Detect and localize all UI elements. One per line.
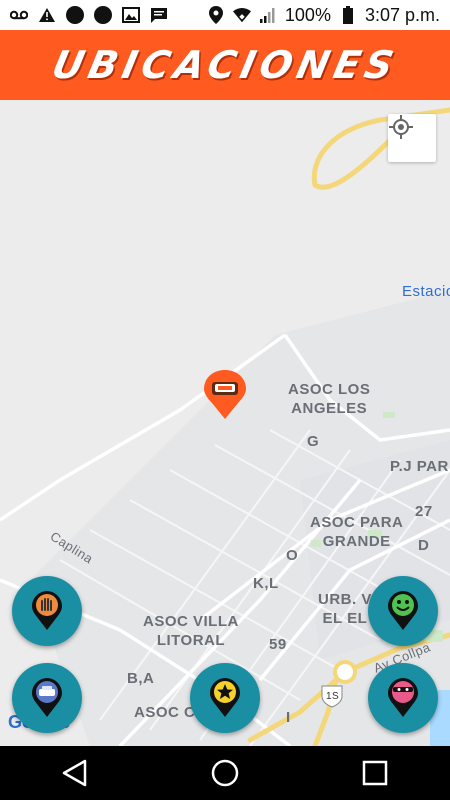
back-button[interactable] (45, 746, 105, 800)
app-header: UBICACIONES (0, 30, 450, 100)
signal-icon (259, 6, 277, 24)
map-label: I (286, 709, 291, 726)
home-circle-icon (211, 759, 239, 787)
page-title: UBICACIONES (48, 43, 402, 87)
hand-pin-icon (32, 591, 62, 630)
masked-face-pin-icon (388, 678, 418, 717)
circle-icon (66, 6, 84, 24)
status-bar: 100% 3:07 p.m. (0, 0, 450, 30)
map-label: P.J PAR (390, 458, 449, 475)
crosshair-icon (389, 115, 413, 139)
wifi-icon (232, 6, 251, 24)
smiley-pin-icon (388, 591, 418, 630)
taxi-marker-icon[interactable] (204, 370, 246, 420)
map-label: Estacio (402, 283, 450, 300)
location-icon (207, 6, 225, 24)
voicemail-icon (10, 6, 28, 24)
car-pin-icon (32, 678, 62, 717)
map-label: 59 (269, 636, 287, 653)
map-label: 27 (415, 503, 433, 520)
map-label: ASOC VILLA LITORAL (143, 613, 239, 649)
thief-alert-button[interactable] (368, 663, 438, 733)
favorite-star-button[interactable] (190, 663, 260, 733)
map-label: K,L (253, 575, 279, 592)
map-view[interactable]: ASOC LOS ANGELES G P.J PAR 27 ASOC PARA GR… (0, 100, 450, 746)
battery-percent: 100% (284, 4, 331, 25)
system-nav-bar (0, 746, 450, 800)
home-button[interactable] (195, 746, 255, 800)
map-label: URB. V EL EL (318, 591, 372, 627)
highway-label: 1S (326, 691, 340, 702)
back-triangle-icon (62, 759, 87, 787)
message-icon (150, 6, 168, 24)
map-label: ASOC C (134, 704, 196, 721)
happy-face-button[interactable] (368, 576, 438, 646)
warning-icon (38, 6, 56, 24)
image-icon (122, 6, 140, 24)
map-label: G (307, 433, 320, 450)
map-label: ASOC LOS ANGELES (288, 381, 371, 417)
battery-icon (339, 6, 357, 24)
taxi-car-button[interactable] (12, 663, 82, 733)
my-location-button[interactable] (388, 114, 436, 162)
star-pin-icon (210, 678, 240, 717)
map-label: D (418, 537, 430, 554)
map-label: ASOC PARA GRANDE (310, 514, 404, 550)
map-label: B,A (127, 670, 155, 687)
map-label: O (286, 547, 299, 564)
circle-icon (94, 6, 112, 24)
recents-button[interactable] (345, 746, 405, 800)
clock-time: 3:07 p.m. (364, 4, 440, 25)
stop-hand-button[interactable] (12, 576, 82, 646)
recents-square-icon (362, 760, 388, 786)
